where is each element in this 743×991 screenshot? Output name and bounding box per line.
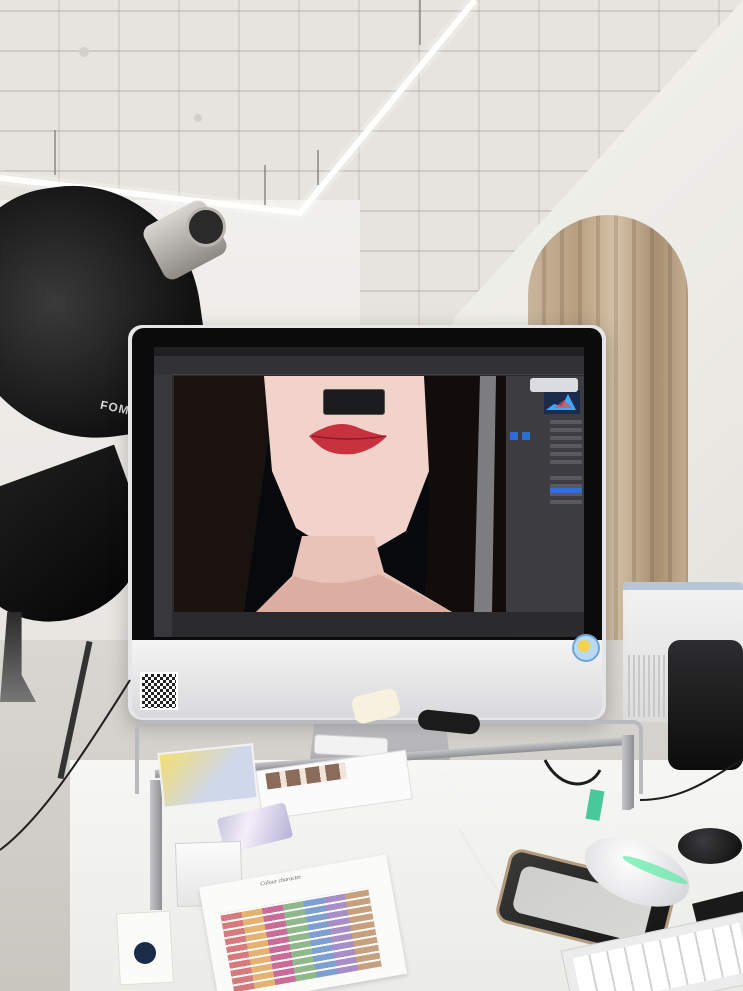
studio-photo: FOMEI Colour character — [0, 0, 743, 991]
